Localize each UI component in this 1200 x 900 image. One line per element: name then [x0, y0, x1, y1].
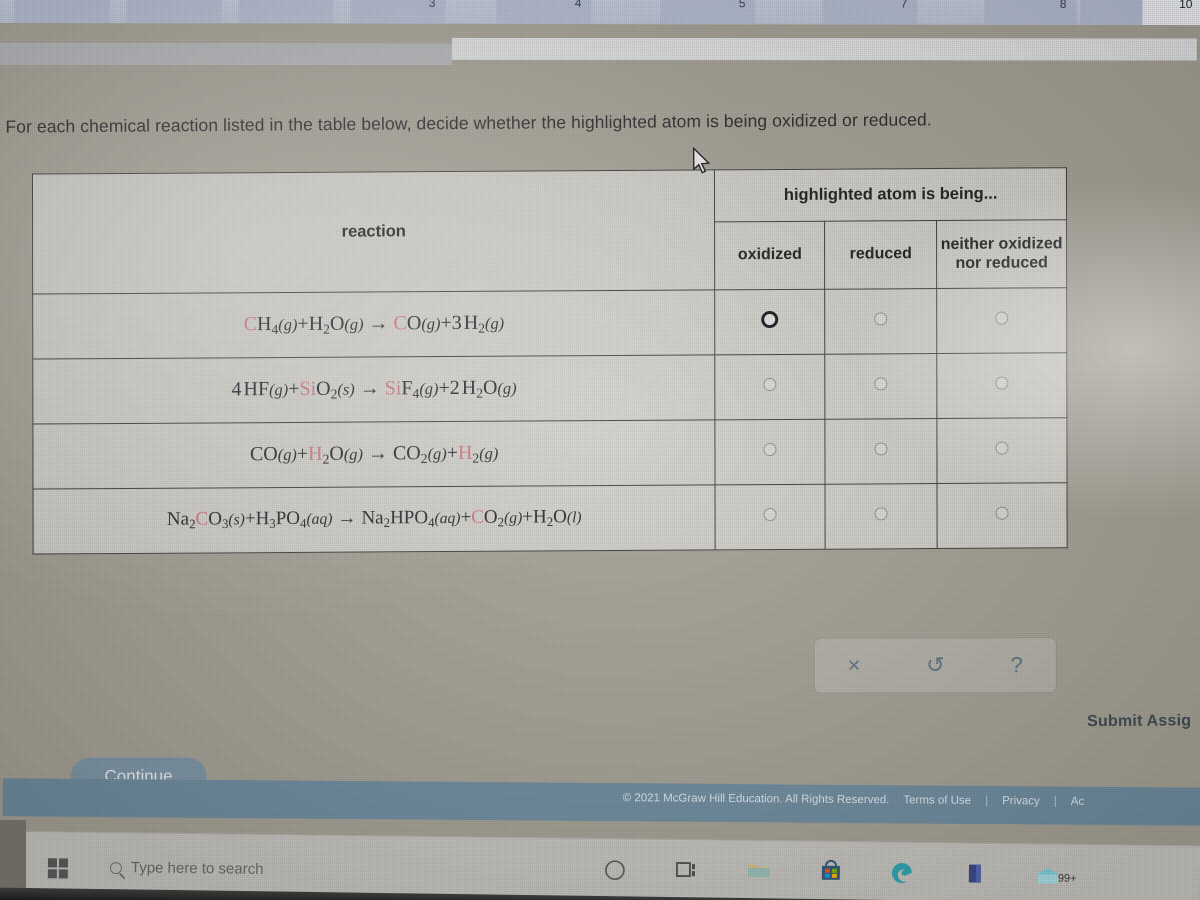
screen-surface: 3 4 5 7 8 9 10 For each chemical reactio… [0, 0, 1200, 900]
question-prompt: For each chemical reaction listed in the… [5, 109, 932, 137]
table-row: CH4(g)+H2O(g) → CO(g)+3H2(g) [32, 287, 1067, 360]
radio-button-oxidized[interactable] [763, 443, 777, 457]
radio-button-oxidized[interactable] [763, 508, 777, 522]
windows-start-icon[interactable] [47, 858, 69, 879]
radio-button-reduced[interactable] [874, 442, 888, 456]
footer-link-terms[interactable]: Terms of Use [903, 794, 971, 807]
radio-cell-neither-1[interactable] [936, 287, 1067, 354]
radio-cell-oxidized-2[interactable] [715, 354, 826, 420]
table-row: CO(g)+H2O(g) → CO2(g)+H2(g) [32, 417, 1068, 490]
radio-cell-neither-2[interactable] [936, 352, 1067, 419]
screen-photo: 3 4 5 7 8 9 10 For each chemical reactio… [0, 0, 1200, 900]
reaction-formula-1: CH4(g)+H2O(g) → CO(g)+3H2(g) [32, 289, 716, 360]
taskbar-icon-group: 99+ [600, 853, 1084, 889]
document-app-icon[interactable] [960, 857, 990, 887]
reaction-column-header: reaction [32, 169, 716, 295]
browser-tab[interactable]: 8 [984, 0, 1077, 25]
radio-cell-oxidized-1[interactable] [715, 289, 826, 355]
radio-cell-neither-3[interactable] [937, 417, 1068, 484]
footer-content: © 2021 McGraw Hill Education. All Rights… [623, 792, 1085, 808]
browser-tab[interactable] [126, 0, 222, 24]
clear-icon[interactable]: × [848, 653, 861, 678]
table-header-row-top: reaction highlighted atom is being... [32, 167, 1067, 295]
radio-button-neither[interactable] [995, 376, 1009, 390]
browser-tab[interactable]: 3 [350, 0, 446, 24]
reaction-table: reaction highlighted atom is being... ox… [31, 167, 1068, 555]
browser-tab[interactable] [14, 0, 110, 24]
task-view-icon[interactable] [672, 854, 702, 884]
table-row: 4HF(g)+SiO2(s) → SiF4(g)+2H2O(g) [32, 352, 1067, 425]
browser-tab-label: 7 [900, 0, 908, 11]
reaction-formula-3: CO(g)+H2O(g) → CO2(g)+H2(g) [32, 419, 716, 490]
search-placeholder: Type here to search [130, 859, 264, 878]
browser-tab[interactable]: 4 [496, 0, 592, 25]
footer-divider: | [1053, 795, 1057, 808]
highlighted-atom: C [471, 506, 484, 529]
undo-icon[interactable]: ↺ [926, 652, 944, 677]
highlighted-atom: H [457, 441, 473, 464]
radio-cell-reduced-2[interactable] [825, 353, 938, 420]
radio-button-neither[interactable] [995, 311, 1009, 325]
radio-button-reduced[interactable] [874, 507, 888, 521]
browser-tab[interactable]: 7 [822, 0, 918, 25]
reaction-formula-4: Na2CO3(s)+H3PO4(aq) → Na2HPO4(aq)+CO2(g)+H… [33, 484, 716, 555]
radio-button-reduced[interactable] [874, 377, 888, 391]
browser-toolbar-left [0, 42, 452, 66]
highlighted-atom: Si [384, 376, 402, 399]
highlighted-atom: H [308, 442, 323, 465]
browser-tab[interactable]: 5 [660, 0, 756, 25]
radio-button-neither[interactable] [995, 441, 1009, 455]
assignment-page: For each chemical reaction listed in the… [0, 57, 1200, 836]
radio-button-neither[interactable] [995, 506, 1009, 520]
browser-tab-label: 10 [1179, 0, 1193, 12]
reaction-formula-2: 4HF(g)+SiO2(s) → SiF4(g)+2H2O(g) [32, 354, 716, 425]
group-column-header: highlighted atom is being... [714, 167, 1067, 222]
footer-divider: | [985, 794, 989, 808]
copyright-text: © 2021 McGraw Hill Education. All Rights… [622, 792, 890, 807]
column-header-oxidized: oxidized [714, 221, 825, 290]
browser-tab-label: 5 [738, 0, 746, 11]
footer-link-privacy[interactable]: Privacy [1002, 795, 1040, 807]
highlighted-atom: C [393, 311, 407, 334]
radio-cell-neither-4[interactable] [937, 482, 1068, 549]
notification-badge-app-icon[interactable]: 99+ [1032, 858, 1084, 889]
cortana-icon[interactable] [600, 853, 630, 883]
browser-tab-active[interactable]: 10 [1142, 0, 1200, 26]
radio-button-oxidized[interactable] [763, 378, 777, 392]
notification-count: 99+ [1058, 873, 1077, 885]
column-header-reduced: reduced [824, 220, 937, 290]
radio-cell-reduced-4[interactable] [825, 483, 938, 550]
highlighted-atom: Si [299, 377, 317, 400]
radio-button-oxidized[interactable] [761, 310, 779, 329]
highlighted-atom: C [243, 312, 258, 335]
browser-tab-label: 3 [428, 0, 436, 10]
highlighted-atom: C [195, 508, 209, 530]
radio-cell-oxidized-4[interactable] [715, 484, 826, 550]
browser-toolbar-right [451, 37, 1197, 61]
radio-cell-reduced-1[interactable] [824, 288, 937, 355]
search-icon [109, 861, 122, 874]
answer-tool-palette: × ↺ ? [813, 637, 1057, 694]
column-header-neither: neither oxidized nor reduced [936, 219, 1067, 289]
browser-tab-strip: 3 4 5 7 8 9 10 [0, 0, 1200, 26]
radio-button-reduced[interactable] [874, 312, 888, 326]
footer-link-accessibility[interactable]: Ac [1071, 796, 1085, 808]
table-row: Na2CO3(s)+H3PO4(aq) → Na2HPO4(aq)+CO2(g)+H… [33, 482, 1068, 555]
submit-assignment-button[interactable]: Submit Assig [1087, 712, 1191, 731]
radio-cell-oxidized-3[interactable] [715, 419, 826, 485]
browser-tab[interactable] [238, 0, 334, 24]
taskbar-search-input[interactable]: Type here to search [109, 859, 264, 878]
file-explorer-icon[interactable] [744, 855, 774, 885]
microsoft-edge-icon[interactable] [888, 857, 918, 887]
help-icon[interactable]: ? [1011, 652, 1023, 677]
microsoft-store-icon[interactable] [816, 856, 846, 886]
browser-tab-label: 8 [1059, 0, 1067, 11]
site-footer: © 2021 McGraw Hill Education. All Rights… [2, 778, 1200, 826]
browser-tab-label: 4 [574, 0, 582, 10]
radio-cell-reduced-3[interactable] [825, 418, 938, 485]
